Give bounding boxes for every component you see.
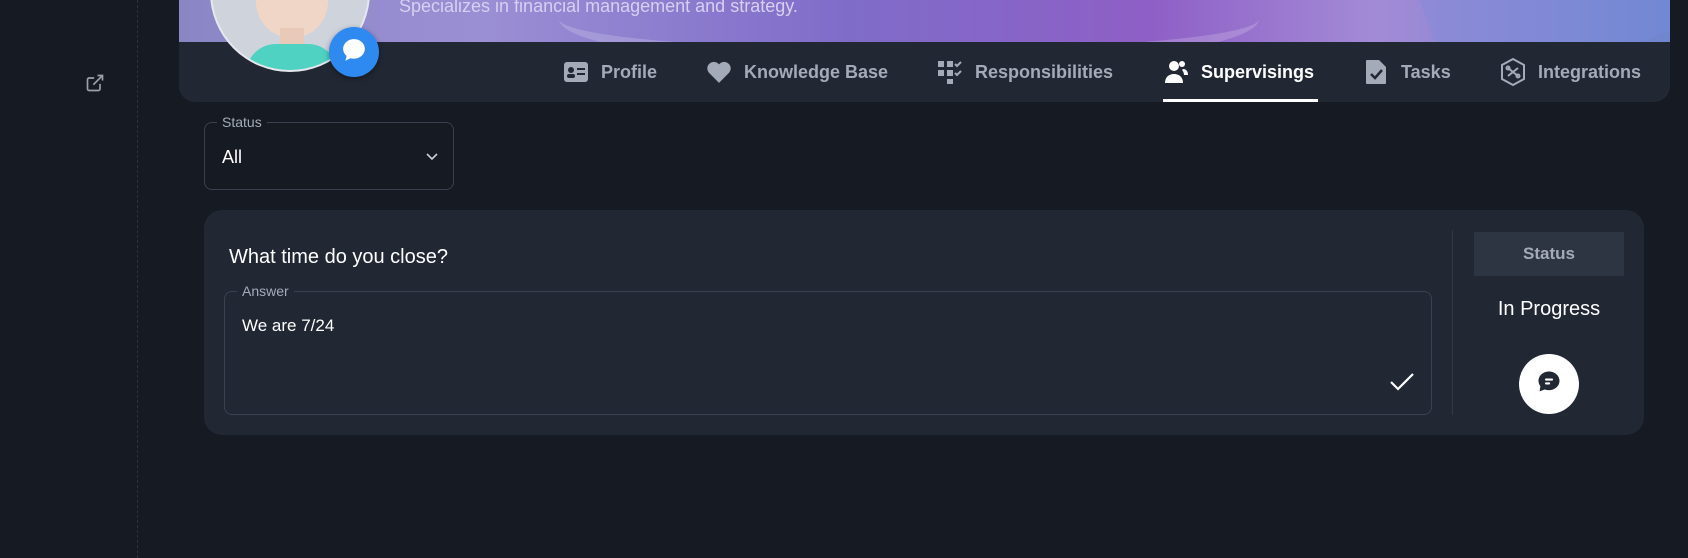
tab-label: Integrations [1538, 61, 1642, 82]
supervising-card: What time do you close? Answer We are 7/… [204, 210, 1644, 435]
tab-responsibilities[interactable]: Responsibilities [937, 42, 1113, 102]
chat-button[interactable] [329, 27, 379, 77]
external-link-icon[interactable] [84, 72, 106, 94]
chevron-down-icon [425, 149, 439, 168]
profile-tabs: Profile Knowledge Base Responsibilities … [179, 42, 1670, 102]
left-rail [0, 0, 138, 558]
tab-label: Responsibilities [975, 61, 1114, 82]
profile-banner: Specializes in financial management and … [179, 0, 1670, 42]
status-filter-select[interactable]: Status All [204, 114, 454, 190]
status-value: In Progress [1497, 298, 1601, 320]
chat-bubble-icon [341, 37, 367, 68]
hexagon-link-icon [1500, 58, 1526, 86]
tab-label: Supervisings [1201, 61, 1315, 82]
answer-value: We are 7/24 [242, 316, 335, 335]
status-column-header: Status [1474, 232, 1624, 276]
comment-icon [1535, 368, 1563, 401]
users-icon [1163, 59, 1189, 85]
tab-knowledge-base[interactable]: Knowledge Base [706, 42, 888, 102]
profile-subtitle: Specializes in financial management and … [399, 0, 798, 16]
divider [1452, 230, 1453, 415]
tab-label: Profile [601, 61, 658, 82]
question-text: What time do you close? [229, 246, 448, 268]
tab-supervisings[interactable]: Supervisings [1163, 42, 1319, 102]
status-filter-value: All [222, 147, 243, 167]
heart-icon [706, 59, 732, 85]
tab-label: Knowledge Base [744, 61, 889, 82]
tab-label: Tasks [1401, 61, 1451, 82]
tab-integrations[interactable]: Integrations [1500, 42, 1641, 102]
tab-profile[interactable]: Profile [563, 42, 657, 102]
id-card-icon [563, 59, 589, 85]
answer-label: Answer [237, 283, 294, 299]
status-filter-label: Status [217, 114, 267, 130]
tab-tasks[interactable]: Tasks [1363, 42, 1451, 102]
checklist-icon [937, 59, 963, 85]
file-check-icon [1363, 59, 1389, 85]
check-icon[interactable] [1389, 371, 1415, 398]
comment-button[interactable] [1519, 354, 1579, 414]
answer-field[interactable]: Answer We are 7/24 [224, 283, 1432, 415]
profile-header: Specializes in financial management and … [179, 0, 1670, 102]
